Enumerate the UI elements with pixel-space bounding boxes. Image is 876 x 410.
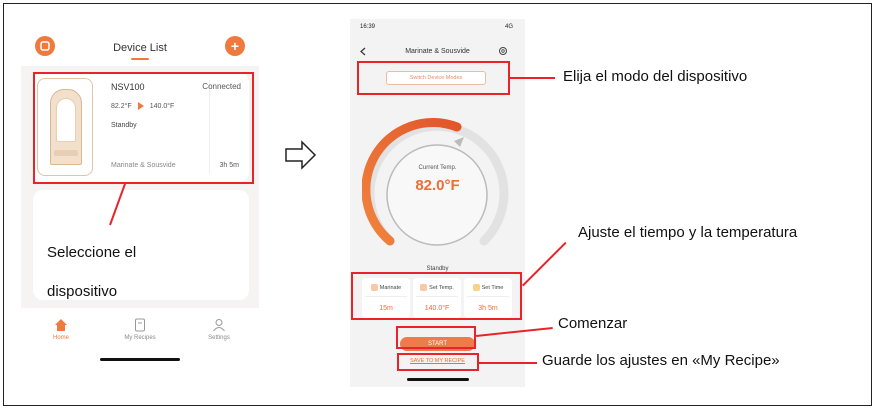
recipe-book-icon <box>135 318 145 332</box>
start-highlight-box <box>396 326 476 349</box>
gear-icon[interactable] <box>498 46 508 56</box>
title-underline <box>131 58 149 60</box>
tab-settings-label: Settings <box>208 335 230 341</box>
status-bar: 16:39 4G <box>350 19 525 39</box>
caption-save-recipe: Guarde los ajustes en «My Recipe» <box>542 352 780 369</box>
header: Device List + <box>21 22 259 66</box>
mode-callout-line <box>510 77 555 79</box>
caption-select-device-line2: dispositivo <box>47 283 118 300</box>
mode-highlight-box <box>357 61 510 95</box>
tab-my-recipes[interactable]: My Recipes <box>105 318 175 341</box>
settings-highlight-box <box>351 272 522 320</box>
page-title: Device List <box>113 42 167 54</box>
tab-home-label: Home <box>52 335 69 341</box>
status-network: 4G <box>504 24 513 30</box>
add-device-button[interactable]: + <box>225 36 245 56</box>
tab-my-recipes-label: My Recipes <box>124 335 156 341</box>
home-indicator <box>100 358 180 361</box>
device-highlight-box <box>33 72 254 184</box>
next-step-arrow-icon <box>285 140 317 170</box>
caption-set-time-temp: Ajuste el tiempo y la temperatura <box>578 224 798 241</box>
caption-start: Comenzar <box>558 315 628 332</box>
nav-bar: Marinate & Sousvide <box>350 39 525 61</box>
user-settings-icon <box>213 319 225 332</box>
tab-bar: Home My Recipes Settings <box>21 308 259 370</box>
current-temp-label: Current Temp. <box>418 165 457 171</box>
home-icon <box>55 319 67 331</box>
home-indicator <box>407 378 469 381</box>
tab-home[interactable]: Home <box>26 318 96 341</box>
caption-choose-mode: Elija el modo del dispositivo <box>563 68 748 85</box>
caption-select-device-line1: Seleccione el <box>47 244 137 261</box>
current-temp-value: 82.0°F <box>415 177 460 194</box>
save-highlight-box <box>397 353 479 371</box>
save-callout-line <box>479 362 537 364</box>
tab-settings[interactable]: Settings <box>184 318 254 341</box>
status-time: 16:39 <box>360 24 376 30</box>
